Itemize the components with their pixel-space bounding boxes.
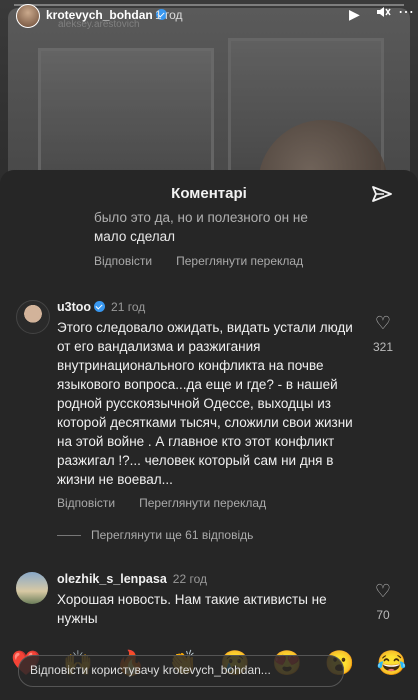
heart-icon[interactable]: ♡	[368, 314, 398, 332]
previous-comment-tail: было это да, но и полезного он не мало с…	[94, 210, 308, 244]
translate-button[interactable]: Переглянути переклад	[139, 496, 266, 510]
share-icon[interactable]	[371, 184, 393, 211]
like-count: 70	[376, 608, 390, 622]
comment-time: 22 год	[172, 572, 207, 586]
like-column: ♡ 70	[368, 582, 398, 622]
heart-icon[interactable]: ♡	[368, 582, 398, 600]
background-window	[38, 48, 214, 184]
reply-button[interactable]: Відповісти	[94, 254, 152, 268]
comment-time: 21 год	[111, 300, 146, 314]
laughing-face-emoji-icon[interactable]: 😂	[377, 649, 407, 678]
play-icon[interactable]: ▶	[349, 6, 360, 23]
verified-badge-icon	[94, 301, 106, 312]
story-avatar[interactable]	[16, 4, 40, 28]
comment-username[interactable]: olezhik_s_lenpasa 22 год	[57, 572, 207, 586]
comment-username[interactable]: u3too 21 год	[57, 300, 145, 314]
story-header: krotevych_bohdan 1 год aleksey.arestovic…	[0, 0, 418, 30]
like-count: 321	[372, 340, 394, 354]
more-options-icon[interactable]: ⋯	[398, 2, 414, 22]
previous-comment-actions: Відповісти Переглянути переклад	[94, 254, 303, 268]
translate-button[interactable]: Переглянути переклад	[176, 254, 303, 268]
divider	[57, 534, 81, 536]
mute-icon[interactable]	[375, 4, 391, 23]
view-more-replies[interactable]: Переглянути ще 61 відповідь	[57, 528, 253, 542]
avatar[interactable]	[16, 300, 50, 334]
reply-button[interactable]: Відповісти	[57, 496, 115, 510]
story-overlay-handle: aleksey.arestovich	[58, 19, 140, 30]
comments-title: Коментарі	[171, 185, 247, 202]
comment-text: Этого следовало ожидать, видать устали л…	[57, 320, 353, 487]
comments-sheet: Коментарі было это да, но и полезного он…	[0, 170, 418, 700]
story-time: 1 год	[155, 8, 183, 22]
avatar[interactable]	[16, 572, 48, 604]
comment-text: Хорошая новость. Нам такие активисты не …	[57, 592, 327, 626]
comment-actions: Відповісти Переглянути переклад	[57, 496, 266, 510]
reply-placeholder: Відповісти користувачу krotevych_bohdan.…	[30, 663, 271, 677]
like-column: ♡ 321	[368, 314, 398, 354]
